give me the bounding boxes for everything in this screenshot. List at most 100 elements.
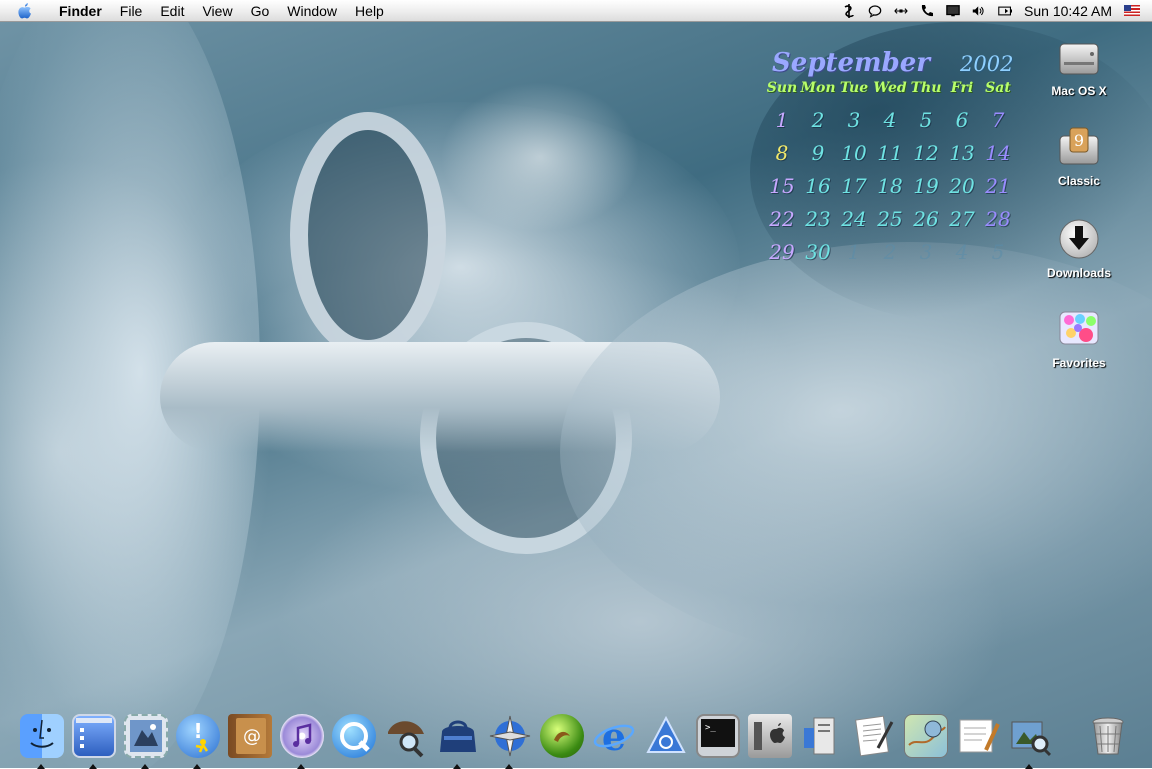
dock-aim[interactable]: ! bbox=[174, 712, 222, 769]
wallpaper-shape bbox=[440, 82, 640, 232]
apple-logo-icon[interactable] bbox=[14, 2, 36, 20]
svg-text:!: ! bbox=[193, 719, 202, 743]
dock-idisk[interactable] bbox=[434, 712, 482, 769]
running-indicator bbox=[193, 764, 201, 769]
dock-system-preferences[interactable] bbox=[746, 712, 794, 760]
dock-finder[interactable] bbox=[18, 712, 66, 769]
weekday-label: Sun bbox=[766, 80, 798, 96]
dock-itunes[interactable] bbox=[278, 712, 326, 769]
dock-desktop-manager[interactable] bbox=[70, 712, 118, 769]
calendar-day-next-month: 3 bbox=[919, 240, 933, 264]
calendar-day: 18 bbox=[877, 174, 903, 198]
running-indicator bbox=[297, 764, 305, 769]
calendar-day: 7 bbox=[991, 108, 1005, 132]
dock-map-app[interactable] bbox=[902, 712, 950, 760]
dock-terminal[interactable]: >_ bbox=[694, 712, 742, 760]
desktop-icon-favorites[interactable]: Favorites bbox=[1034, 306, 1124, 370]
display-icon[interactable] bbox=[946, 4, 960, 18]
dock-utility[interactable] bbox=[954, 712, 1002, 760]
desktop-window-icon bbox=[72, 714, 116, 758]
volume-icon[interactable] bbox=[972, 4, 986, 18]
calendar-day: 29 bbox=[769, 240, 795, 264]
dock-address-book[interactable]: @ bbox=[226, 712, 274, 760]
menu-go[interactable]: Go bbox=[242, 0, 279, 22]
calendar-day: 27 bbox=[949, 207, 975, 231]
ichat-icon[interactable] bbox=[868, 4, 882, 18]
phone-icon[interactable] bbox=[920, 4, 934, 18]
svg-text:9: 9 bbox=[1074, 131, 1084, 150]
us-flag-icon[interactable] bbox=[1124, 5, 1140, 16]
calendar-day-next-month: 5 bbox=[991, 240, 1005, 264]
battery-icon[interactable] bbox=[998, 4, 1013, 18]
running-indicator bbox=[453, 764, 461, 769]
map-icon bbox=[904, 714, 948, 758]
desktop-icon-classic[interactable]: 9 Classic bbox=[1034, 124, 1124, 188]
menu-file[interactable]: File bbox=[111, 0, 152, 22]
dock-trash[interactable] bbox=[1084, 712, 1132, 760]
favorites-icon bbox=[1056, 306, 1102, 352]
calendar-widget: September 2002 Sun Mon Tue Wed Thu Fri S… bbox=[764, 46, 1016, 266]
menu-window[interactable]: Window bbox=[278, 0, 346, 22]
network-icon[interactable] bbox=[894, 4, 908, 18]
preview-icon bbox=[1008, 714, 1052, 758]
script-icon[interactable] bbox=[842, 3, 856, 18]
menu-help[interactable]: Help bbox=[346, 0, 393, 22]
finder-icon bbox=[20, 714, 64, 758]
running-indicator bbox=[1025, 764, 1033, 769]
dock-aol[interactable] bbox=[642, 712, 690, 760]
calendar-day: 16 bbox=[805, 174, 831, 198]
svg-text:>_: >_ bbox=[705, 723, 716, 733]
calendar-day: 30 bbox=[805, 240, 831, 264]
dock-sherlock[interactable] bbox=[382, 712, 430, 760]
menu-app-finder[interactable]: Finder bbox=[50, 0, 111, 22]
aim-runner-icon: ! bbox=[176, 714, 220, 758]
dock-server[interactable] bbox=[798, 712, 846, 760]
dock-preview[interactable] bbox=[1006, 712, 1054, 769]
itunes-icon bbox=[280, 714, 324, 758]
dock-internet-explorer[interactable]: e bbox=[590, 712, 638, 760]
calendar-day: 19 bbox=[913, 174, 939, 198]
calendar-day: 22 bbox=[769, 207, 795, 231]
sherlock-icon bbox=[384, 714, 428, 758]
running-indicator bbox=[89, 764, 97, 769]
menu-clock[interactable]: Sun 10:42 AM bbox=[1024, 3, 1112, 19]
desktop-icon-mac-os-x[interactable]: Mac OS X bbox=[1034, 34, 1124, 98]
hard-drive-icon bbox=[1056, 34, 1102, 80]
wallpaper-shape bbox=[290, 112, 446, 358]
desktop-icon-downloads[interactable]: Downloads bbox=[1034, 216, 1124, 280]
calendar-day: 15 bbox=[769, 174, 795, 198]
calendar-day: 5 bbox=[919, 108, 933, 132]
dock-mail[interactable] bbox=[122, 712, 170, 769]
desktop-icon-label: Classic bbox=[1057, 174, 1101, 188]
desktop[interactable]: September 2002 Sun Mon Tue Wed Thu Fri S… bbox=[0, 22, 1152, 768]
internet-explorer-icon: e bbox=[592, 714, 636, 758]
svg-text:@: @ bbox=[243, 726, 261, 747]
desktop-icon-label: Downloads bbox=[1046, 266, 1111, 280]
triangle-app-icon bbox=[644, 714, 688, 758]
svg-text:e: e bbox=[602, 714, 626, 758]
weekday-label: Wed bbox=[873, 80, 907, 96]
download-arrow-icon bbox=[1056, 216, 1102, 262]
calendar-month: September bbox=[772, 48, 930, 78]
dock-quicktime[interactable] bbox=[330, 712, 378, 760]
globe-stand-icon bbox=[956, 714, 1000, 758]
trash-icon bbox=[1086, 714, 1130, 758]
calendar-day-next-month: 4 bbox=[955, 240, 969, 264]
calendar-day: 4 bbox=[883, 108, 897, 132]
calendar-day-next-month: 1 bbox=[847, 240, 861, 264]
dock-ftp-client[interactable] bbox=[538, 712, 586, 760]
terminal-icon: >_ bbox=[696, 714, 740, 758]
menu-edit[interactable]: Edit bbox=[151, 0, 193, 22]
dock-text-editor[interactable] bbox=[850, 712, 898, 760]
calendar-day: 23 bbox=[805, 207, 831, 231]
calendar-day: 3 bbox=[847, 108, 861, 132]
weekday-label: Sat bbox=[985, 80, 1011, 96]
weekday-label: Tue bbox=[839, 80, 869, 96]
calendar-day: 28 bbox=[985, 207, 1011, 231]
dock-internet-connect[interactable] bbox=[486, 712, 534, 769]
calendar-day: 10 bbox=[841, 141, 867, 165]
mail-stamp-icon bbox=[124, 714, 168, 758]
system-preferences-icon bbox=[748, 714, 792, 758]
calendar-day: 11 bbox=[877, 141, 903, 165]
menu-view[interactable]: View bbox=[193, 0, 241, 22]
